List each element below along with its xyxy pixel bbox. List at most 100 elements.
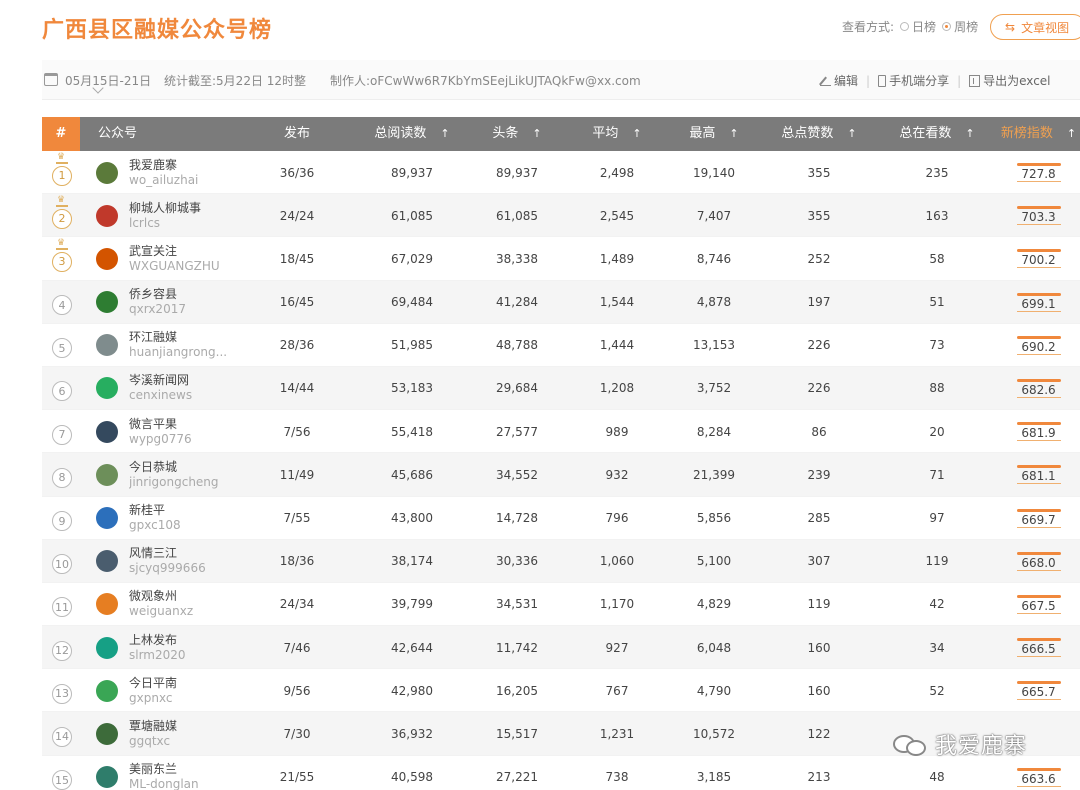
- rank-badge: 10: [52, 554, 72, 575]
- cell-avatar[interactable]: [96, 583, 120, 626]
- cell-avatar[interactable]: [96, 669, 120, 712]
- cell-account[interactable]: 岑溪新闻网 cenxinews: [129, 367, 269, 410]
- cell-total-reads: 45,686: [391, 467, 433, 482]
- cell-avatar[interactable]: [96, 497, 120, 540]
- table-row[interactable]: 5 环江融媒 huanjiangrong... 28/36 51,985 48,788 1,…: [42, 324, 1080, 367]
- cell-avatar[interactable]: [96, 237, 120, 280]
- table-row[interactable]: 15 美丽东兰 ML-donglan 21/55 40,598 27,221 738 3,18…: [42, 756, 1080, 790]
- table-row[interactable]: 1 我爱鹿寨wo_ailuzhai 36/36 89,937 89,937 2,498 19…: [42, 151, 1080, 195]
- table-row[interactable]: 6 岑溪新闻网 cenxinews 14/44 53,183 29,684 1,208 3,7…: [42, 366, 1080, 411]
- table-row[interactable]: 13 今日平南 gxpnxc 9/56 42,980 16,205 767 4,790 160 5…: [42, 669, 1080, 713]
- table-row[interactable]: 12 上林发布 slrm2020 7/46 42,644 11,742 927 6,048 16…: [42, 626, 1080, 670]
- score-bar: [1016, 163, 1061, 166]
- cell-total-watching: 48: [929, 770, 945, 785]
- cell-account[interactable]: 武宣关注 WXGUANGZHU: [129, 237, 269, 280]
- cell-account[interactable]: 风情三江 sjcyq999666: [129, 540, 269, 583]
- export-excel-button[interactable]: 导出为excel: [969, 72, 1051, 89]
- cell-total-watching: 34: [929, 640, 945, 655]
- rank-badge: 12: [52, 640, 72, 661]
- col-average[interactable]: 平均 ↑: [567, 117, 667, 151]
- weekly-radio[interactable]: 周榜: [942, 18, 978, 35]
- cell-account[interactable]: 微观象州 weiguanxz: [129, 583, 269, 626]
- account-name[interactable]: 我爱鹿寨: [129, 158, 177, 173]
- table-row[interactable]: 7 微言平果 wypg0776 7/56 55,418 27,577 989 8,284 86 2…: [42, 410, 1080, 454]
- col-total-likes[interactable]: 总点赞数 ↑: [764, 117, 874, 151]
- cell-headline: 41,284: [496, 295, 538, 310]
- rank-badge: 5: [52, 338, 72, 359]
- cell-account[interactable]: 侨乡容县 qxrx2017: [129, 281, 269, 324]
- cell-avatar[interactable]: [96, 324, 120, 367]
- cell-avatar[interactable]: [96, 367, 120, 410]
- cell-account[interactable]: 今日平南 gxpnxc: [129, 669, 269, 712]
- table-row[interactable]: 8 今日恭城 jinrigongcheng 11/49 45,686 34,552 932 2…: [42, 453, 1080, 497]
- account-name[interactable]: 今日平南: [129, 676, 177, 691]
- col-max[interactable]: 最高 ↑: [664, 117, 764, 151]
- cell-max: 6,048: [696, 640, 732, 655]
- cell-account[interactable]: 今日恭城 jinrigongcheng: [129, 453, 269, 496]
- cell-published: 16/45: [279, 295, 315, 310]
- cell-avatar[interactable]: [96, 410, 120, 453]
- cell-account[interactable]: 微言平果 wypg0776: [129, 410, 269, 453]
- col-total-watching[interactable]: 总在看数 ↑: [882, 117, 992, 151]
- cell-account[interactable]: 上林发布 slrm2020: [129, 626, 269, 669]
- cell-account[interactable]: 美丽东兰 ML-donglan: [129, 756, 269, 790]
- cell-avatar[interactable]: [96, 453, 120, 496]
- cell-account[interactable]: 我爱鹿寨 wo_ailuzhai: [129, 151, 269, 194]
- col-total-reads-label: 总阅读数: [374, 126, 427, 141]
- article-view-button[interactable]: ⇆ 文章视图: [990, 14, 1080, 40]
- table-row[interactable]: 4 侨乡容县 qxrx2017 16/45 69,484 41,284 1,544 4,878…: [42, 280, 1080, 324]
- account-name[interactable]: 侨乡容县: [129, 287, 177, 302]
- cell-total-watching: 73: [929, 338, 945, 353]
- cell-average: 767: [605, 683, 629, 698]
- cell-published: 9/56: [283, 683, 311, 698]
- cell-avatar[interactable]: [96, 151, 120, 194]
- cell-total-likes: 252: [807, 251, 831, 266]
- watermark-text: 我爱鹿寨: [935, 734, 1028, 759]
- daily-radio[interactable]: 日榜: [900, 18, 936, 35]
- account-name[interactable]: 上林发布: [129, 633, 177, 648]
- account-id: ggqtxc: [129, 733, 171, 748]
- account-name[interactable]: 武宣关注: [129, 244, 177, 259]
- cell-total-reads: 43,800: [391, 511, 433, 525]
- cell-avatar[interactable]: [96, 712, 120, 755]
- col-headline-label: 头条: [492, 126, 519, 141]
- cell-account[interactable]: 覃塘融媒 ggqtxc: [129, 712, 269, 755]
- cell-avatar[interactable]: [96, 281, 120, 324]
- cell-total-reads: 40,598: [391, 770, 433, 785]
- mobile-share-button[interactable]: 手机端分享: [878, 72, 949, 89]
- table-row[interactable]: 2 柳城人柳城事lcrlcs 24/24 61,085 61,085 2,545 7,407…: [42, 194, 1080, 238]
- account-name[interactable]: 覃塘融媒: [129, 719, 177, 734]
- sort-arrow-icon: ↑: [1066, 127, 1077, 140]
- account-name[interactable]: 今日恭城: [129, 460, 177, 475]
- cell-avatar[interactable]: [96, 194, 120, 237]
- table-row[interactable]: 3 武宣关注WXGUANGZHU 18/45 67,029 38,338 1,489 8,7…: [42, 237, 1080, 281]
- col-score[interactable]: 新榜指数 ↑: [997, 117, 1080, 151]
- account-name[interactable]: 新桂平: [129, 503, 165, 518]
- account-name[interactable]: 美丽东兰: [129, 762, 177, 777]
- table-row[interactable]: 10 风情三江 sjcyq999666 18/36 38,174 30,336 1,060 5…: [42, 539, 1080, 583]
- mobile-share-label: 手机端分享: [889, 74, 950, 88]
- account-name[interactable]: 微言平果: [129, 417, 177, 432]
- account-name[interactable]: 环江融媒: [129, 330, 177, 345]
- cell-avatar[interactable]: [96, 756, 120, 790]
- cell-account[interactable]: 柳城人柳城事 lcrlcs: [129, 194, 269, 237]
- account-name[interactable]: 岑溪新闻网: [129, 373, 189, 388]
- edit-button[interactable]: 编辑: [820, 72, 858, 89]
- table-row[interactable]: 9 新桂平 gpxc108 7/55 43,800 14,728 796 5,856 285 97…: [42, 497, 1080, 540]
- rank-badge: 6: [52, 381, 72, 402]
- col-headline[interactable]: 头条 ↑: [467, 117, 567, 151]
- date-range[interactable]: 05月15日-21日: [65, 72, 151, 89]
- cell-avatar[interactable]: [96, 626, 120, 669]
- cell-account[interactable]: 新桂平 gpxc108: [129, 497, 269, 540]
- account-name[interactable]: 微观象州: [129, 589, 177, 604]
- table-row[interactable]: 11 微观象州 weiguanxz 24/34 39,799 34,531 1,170 4,8…: [42, 583, 1080, 627]
- score-value: 663.6: [1016, 772, 1061, 787]
- cell-average: 1,231: [599, 726, 635, 741]
- col-total-reads[interactable]: 总阅读数 ↑: [357, 117, 467, 151]
- account-name[interactable]: 风情三江: [129, 546, 177, 561]
- cell-account[interactable]: 环江融媒 huanjiangrong...: [129, 324, 269, 367]
- phone-icon: [878, 74, 887, 87]
- cell-avatar[interactable]: [96, 540, 120, 583]
- account-name[interactable]: 柳城人柳城事: [129, 201, 201, 216]
- cell-max: 4,829: [696, 597, 732, 612]
